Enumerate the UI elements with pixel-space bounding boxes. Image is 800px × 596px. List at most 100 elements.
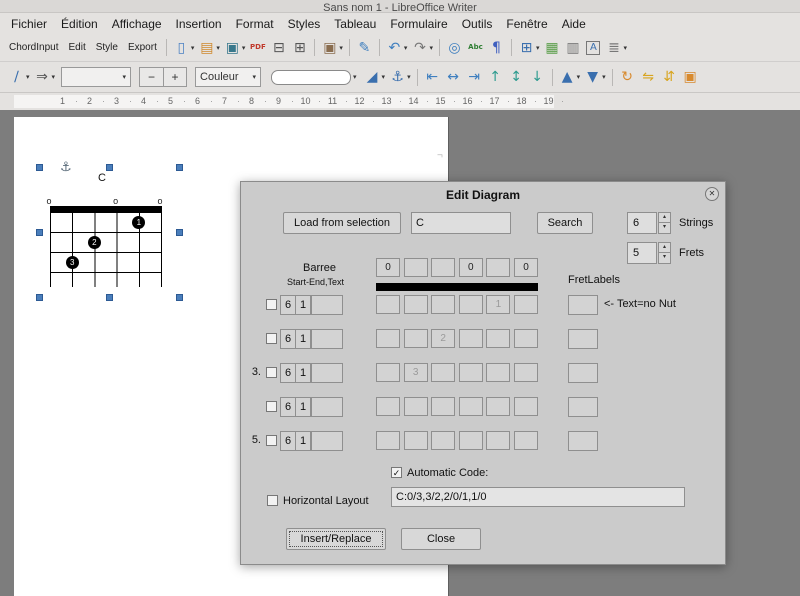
- fret-cell[interactable]: [514, 363, 538, 382]
- chord-toolbar-button[interactable]: ChordInput: [4, 39, 63, 56]
- barree-text-box[interactable]: [311, 295, 343, 315]
- dialog-close-bottom-button[interactable]: Close: [401, 528, 481, 550]
- fret-cell[interactable]: [486, 431, 510, 450]
- fret-cell[interactable]: [376, 329, 400, 348]
- selection-handle[interactable]: [176, 164, 183, 171]
- string-end-box[interactable]: 1: [295, 329, 311, 349]
- base-fret-cell[interactable]: [486, 258, 510, 277]
- fret-cell[interactable]: [514, 431, 538, 450]
- string-end-box[interactable]: 1: [295, 363, 311, 383]
- fret-cell[interactable]: 1: [486, 295, 510, 314]
- base-fret-cell[interactable]: [431, 258, 455, 277]
- fill-color-dropdown-arrow-icon[interactable]: ▾: [353, 73, 357, 81]
- group-icon[interactable]: ▣: [680, 65, 701, 89]
- string-start-box[interactable]: 6: [280, 329, 296, 349]
- fret-cell[interactable]: [459, 431, 483, 450]
- export-pdf-icon[interactable]: PDF: [247, 36, 268, 60]
- dropdown-arrow-icon[interactable]: ▾: [339, 44, 343, 52]
- menu-item[interactable]: Tableau: [327, 15, 383, 33]
- align-bottom-icon[interactable]: ↓: [527, 65, 548, 89]
- dropdown-arrow-icon[interactable]: ▾: [191, 44, 195, 52]
- title-bar[interactable]: Sans nom 1 - LibreOffice Writer: [0, 0, 800, 13]
- menu-item[interactable]: Affichage: [105, 15, 169, 33]
- fret-cell[interactable]: 3: [404, 363, 428, 382]
- menu-item[interactable]: Fenêtre: [499, 15, 554, 33]
- fill-color-bar[interactable]: [271, 70, 351, 85]
- increase-button[interactable]: +: [163, 68, 186, 86]
- selection-handle[interactable]: [176, 294, 183, 301]
- flip-horizontal-icon[interactable]: ⇋: [638, 65, 659, 89]
- barree-checkbox[interactable]: [266, 367, 277, 378]
- strings-value[interactable]: 6: [627, 212, 657, 234]
- fret-cell[interactable]: [459, 397, 483, 416]
- dropdown-arrow-icon[interactable]: ▾: [623, 44, 627, 52]
- fret-cell[interactable]: [404, 397, 428, 416]
- bring-to-front-icon[interactable]: ▲▾: [557, 65, 583, 89]
- barree-text-box[interactable]: [311, 431, 343, 451]
- clone-formatting-icon[interactable]: ✎: [354, 36, 375, 60]
- menu-item[interactable]: Outils: [455, 15, 500, 33]
- spin-up-icon[interactable]: ▴: [658, 212, 671, 223]
- fret-cell[interactable]: [486, 397, 510, 416]
- insert-table-icon[interactable]: ⊞▾: [516, 36, 542, 60]
- selection-handle[interactable]: [106, 164, 113, 171]
- chord-name-input[interactable]: [411, 212, 511, 234]
- insert-text-box-icon[interactable]: A: [583, 36, 603, 60]
- dropdown-arrow-icon[interactable]: ▾: [577, 73, 581, 81]
- flip-vertical-icon[interactable]: ⇵: [659, 65, 680, 89]
- dropdown-arrow-icon[interactable]: ▾: [26, 73, 30, 81]
- spin-down-icon[interactable]: ▾: [658, 253, 671, 264]
- insert-field-icon[interactable]: ≣▾: [603, 36, 629, 60]
- fill-color-icon[interactable]: ◢▾: [362, 65, 388, 89]
- fret-cell[interactable]: [376, 295, 400, 314]
- spin-up-icon[interactable]: ▴: [658, 242, 671, 253]
- fret-cell[interactable]: [431, 295, 455, 314]
- dropdown-arrow-icon[interactable]: ▾: [242, 44, 246, 52]
- barree-checkbox[interactable]: [266, 333, 277, 344]
- selection-handle[interactable]: [106, 294, 113, 301]
- new-document-icon[interactable]: ▯▾: [171, 36, 197, 60]
- search-button[interactable]: Search: [537, 212, 593, 234]
- string-start-box[interactable]: 6: [280, 431, 296, 451]
- insert-image-icon[interactable]: ▦: [541, 36, 562, 60]
- send-to-back-icon[interactable]: ▼▾: [582, 65, 608, 89]
- open-file-icon[interactable]: ▤▾: [196, 36, 222, 60]
- fretlabel-box[interactable]: [568, 329, 598, 349]
- base-fret-cell[interactable]: [404, 258, 428, 277]
- arrow-style-icon[interactable]: ⇒▾: [32, 65, 58, 89]
- fretlabel-box[interactable]: [568, 431, 598, 451]
- align-right-icon[interactable]: ⇥: [464, 65, 485, 89]
- string-end-box[interactable]: 1: [295, 431, 311, 451]
- fret-cell[interactable]: [459, 295, 483, 314]
- fret-cell[interactable]: [431, 397, 455, 416]
- dropdown-arrow-icon[interactable]: ▾: [52, 73, 56, 81]
- fret-cell[interactable]: [514, 397, 538, 416]
- base-fret-cell[interactable]: 0: [376, 258, 400, 277]
- spin-down-icon[interactable]: ▾: [658, 223, 671, 234]
- menu-item[interactable]: Format: [229, 15, 281, 33]
- dropdown-arrow-icon[interactable]: ▾: [429, 44, 433, 52]
- automatic-code-checkbox[interactable]: ✓: [391, 467, 402, 478]
- dropdown-arrow-icon[interactable]: ▾: [602, 73, 606, 81]
- print-preview-icon[interactable]: ⊞: [289, 36, 310, 60]
- barree-text-box[interactable]: [311, 397, 343, 417]
- fret-cell[interactable]: [404, 329, 428, 348]
- barree-text-box[interactable]: [311, 363, 343, 383]
- dropdown-arrow-icon[interactable]: ▾: [407, 73, 411, 81]
- dropdown-arrow-icon[interactable]: ▾: [404, 44, 408, 52]
- frets-value[interactable]: 5: [627, 242, 657, 264]
- selection-handle[interactable]: [176, 229, 183, 236]
- load-from-selection-button[interactable]: Load from selection: [283, 212, 401, 234]
- fret-cell[interactable]: [514, 329, 538, 348]
- rotate-icon[interactable]: ↻: [617, 65, 638, 89]
- chord-toolbar-button[interactable]: Edit: [63, 39, 90, 56]
- fret-cell[interactable]: [404, 431, 428, 450]
- chord-toolbar-button[interactable]: Style: [91, 39, 123, 56]
- find-replace-icon[interactable]: ◎: [444, 36, 465, 60]
- fill-type-select[interactable]: Couleur ▾: [195, 67, 261, 87]
- menu-item[interactable]: Édition: [54, 15, 105, 33]
- menu-item[interactable]: Aide: [555, 15, 593, 33]
- chord-toolbar-button[interactable]: Export: [123, 39, 162, 56]
- barree-text-box[interactable]: [311, 329, 343, 349]
- selection-handle[interactable]: [36, 164, 43, 171]
